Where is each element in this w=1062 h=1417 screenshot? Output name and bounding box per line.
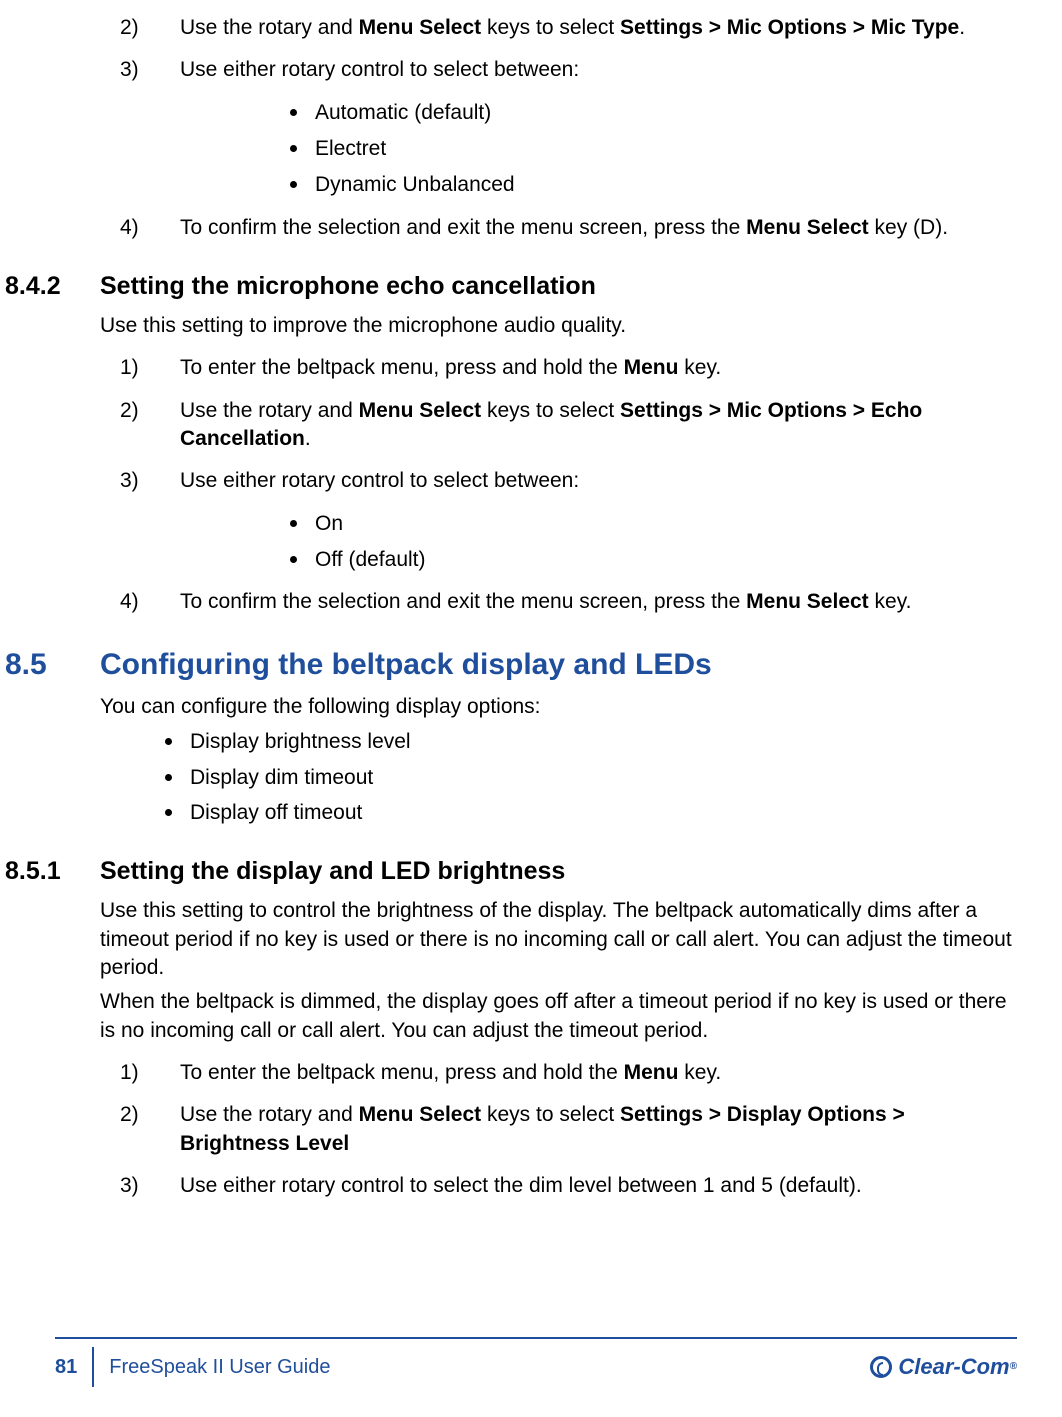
page-number: 81 (55, 1347, 94, 1387)
footer-title: FreeSpeak II User Guide (94, 1354, 330, 1381)
step-body: Use the rotary and Menu Select keys to s… (180, 14, 1017, 42)
logo-icon (870, 1356, 892, 1378)
step-body: Use either rotary control to select the … (180, 1172, 1017, 1200)
step-body: Use the rotary and Menu Select keys to s… (180, 397, 1017, 454)
registered-icon: ® (1010, 1360, 1017, 1374)
clearcom-logo: Clear-Com® (870, 1352, 1017, 1382)
bullet-icon (290, 520, 297, 527)
bullet-icon (165, 809, 172, 816)
bullet-item: Display off timeout (165, 799, 1017, 827)
step-number: 2) (120, 14, 180, 42)
heading-85: 8.5 Configuring the beltpack display and… (0, 645, 1017, 686)
bullet-icon (290, 109, 297, 116)
heading-851: 8.5.1 Setting the display and LED bright… (0, 855, 1017, 889)
bullet-item: Electret (290, 135, 1017, 163)
step-number: 4) (120, 214, 180, 242)
step-body: To enter the beltpack menu, press and ho… (180, 1059, 1017, 1087)
heading-number: 8.5 (0, 645, 100, 686)
heading-title: Setting the microphone echo cancellation (100, 270, 596, 304)
bullet-icon (290, 181, 297, 188)
para-851-1: Use this setting to control the brightne… (100, 897, 1017, 982)
step-body: Use either rotary control to select betw… (180, 56, 1017, 84)
heading-842: 8.4.2 Setting the microphone echo cancel… (0, 270, 1017, 304)
step-842-2: 2) Use the rotary and Menu Select keys t… (120, 397, 1017, 454)
step-body: To confirm the selection and exit the me… (180, 588, 1017, 616)
step-number: 4) (120, 588, 180, 616)
bullet-icon (290, 556, 297, 563)
step-body: Use either rotary control to select betw… (180, 467, 1017, 495)
page-footer: 81 FreeSpeak II User Guide Clear-Com® (0, 1337, 1062, 1397)
step-number: 3) (120, 467, 180, 495)
step-body: To confirm the selection and exit the me… (180, 214, 1017, 242)
bullet-item: Dynamic Unbalanced (290, 171, 1017, 199)
bullet-item: Display dim timeout (165, 764, 1017, 792)
step-number: 1) (120, 354, 180, 382)
step-841-2: 2) Use the rotary and Menu Select keys t… (120, 14, 1017, 42)
step-851-1: 1) To enter the beltpack menu, press and… (120, 1059, 1017, 1087)
step-number: 2) (120, 1101, 180, 1158)
step-841-3: 3) Use either rotary control to select b… (120, 56, 1017, 84)
heading-title: Configuring the beltpack display and LED… (100, 645, 712, 686)
step-body: To enter the beltpack menu, press and ho… (180, 354, 1017, 382)
step-841-4: 4) To confirm the selection and exit the… (120, 214, 1017, 242)
footer-divider (55, 1337, 1017, 1339)
step-851-3: 3) Use either rotary control to select t… (120, 1172, 1017, 1200)
step-number: 3) (120, 56, 180, 84)
bullet-icon (290, 145, 297, 152)
step-842-4: 4) To confirm the selection and exit the… (120, 588, 1017, 616)
heading-title: Setting the display and LED brightness (100, 855, 565, 889)
heading-number: 8.4.2 (0, 270, 100, 304)
step-851-2: 2) Use the rotary and Menu Select keys t… (120, 1101, 1017, 1158)
step-number: 3) (120, 1172, 180, 1200)
step-number: 1) (120, 1059, 180, 1087)
step-842-1: 1) To enter the beltpack menu, press and… (120, 354, 1017, 382)
para-851-2: When the beltpack is dimmed, the display… (100, 988, 1017, 1045)
heading-number: 8.5.1 (0, 855, 100, 889)
bullet-item: Automatic (default) (290, 99, 1017, 127)
bullet-item: On (290, 510, 1017, 538)
step-body: Use the rotary and Menu Select keys to s… (180, 1101, 1017, 1158)
bullet-item: Off (default) (290, 546, 1017, 574)
bullet-icon (165, 738, 172, 745)
step-number: 2) (120, 397, 180, 454)
intro-85: You can configure the following display … (100, 693, 1017, 721)
step-842-3: 3) Use either rotary control to select b… (120, 467, 1017, 495)
intro-842: Use this setting to improve the micropho… (100, 312, 1017, 340)
bullet-item: Display brightness level (165, 728, 1017, 756)
bullet-icon (165, 774, 172, 781)
